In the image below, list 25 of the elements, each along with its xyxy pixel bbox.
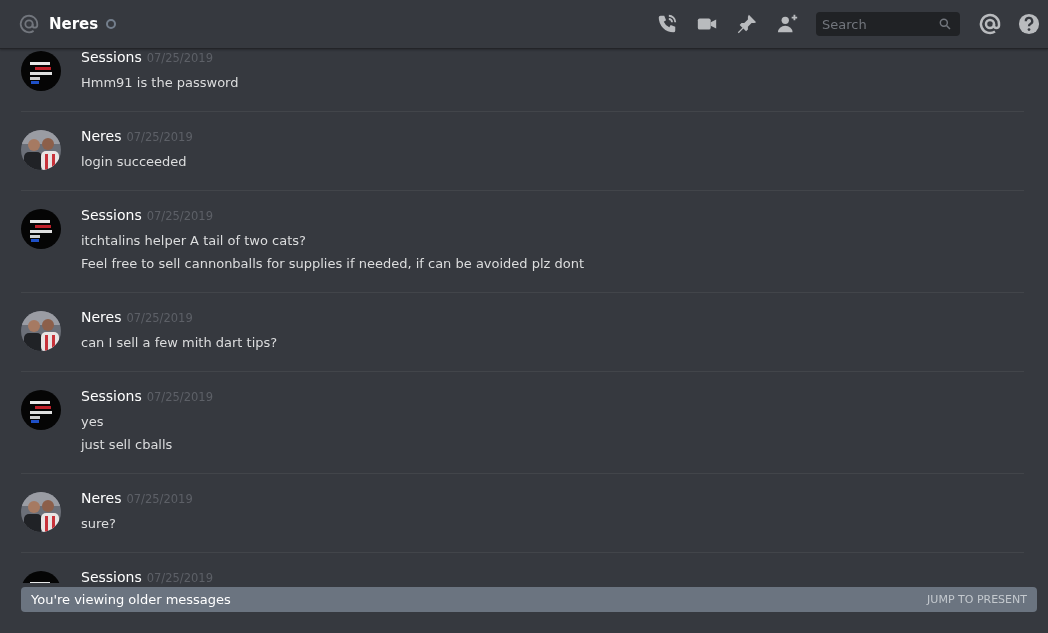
- help-icon[interactable]: [1018, 13, 1040, 35]
- author-name[interactable]: Sessions: [81, 49, 142, 65]
- message-text: just sell cballs: [81, 436, 174, 454]
- author-name[interactable]: Sessions: [81, 569, 142, 585]
- message-text: Feel free to sell cannonballs for supplies if needed, if can be avoided plz dont: [81, 255, 585, 273]
- phone-icon[interactable]: [656, 13, 678, 35]
- at-sign-icon: [18, 13, 40, 35]
- message-text: can I sell a few mith dart tips?: [81, 334, 278, 352]
- search-icon: [938, 17, 952, 31]
- message-text: yes: [81, 413, 105, 431]
- author-name[interactable]: Sessions: [81, 207, 142, 223]
- author-name[interactable]: Neres: [81, 490, 122, 506]
- message-text: sure?: [81, 515, 117, 533]
- message-text: itchtalins helper A tail of two cats?: [81, 232, 307, 250]
- message-text: login succeeded: [81, 153, 188, 171]
- channel-name: Neres: [49, 15, 99, 33]
- search-field[interactable]: Search: [816, 12, 960, 36]
- notice-text: You're viewing older messages: [31, 592, 231, 607]
- at-sign-icon[interactable]: [978, 12, 1002, 36]
- message-text: Hmm91 is the password: [81, 74, 239, 92]
- author-name[interactable]: Neres: [81, 309, 122, 325]
- author-name[interactable]: Sessions: [81, 388, 142, 404]
- author-name[interactable]: Neres: [81, 128, 122, 144]
- add-user-icon[interactable]: [776, 13, 800, 35]
- pin-icon[interactable]: [736, 13, 758, 35]
